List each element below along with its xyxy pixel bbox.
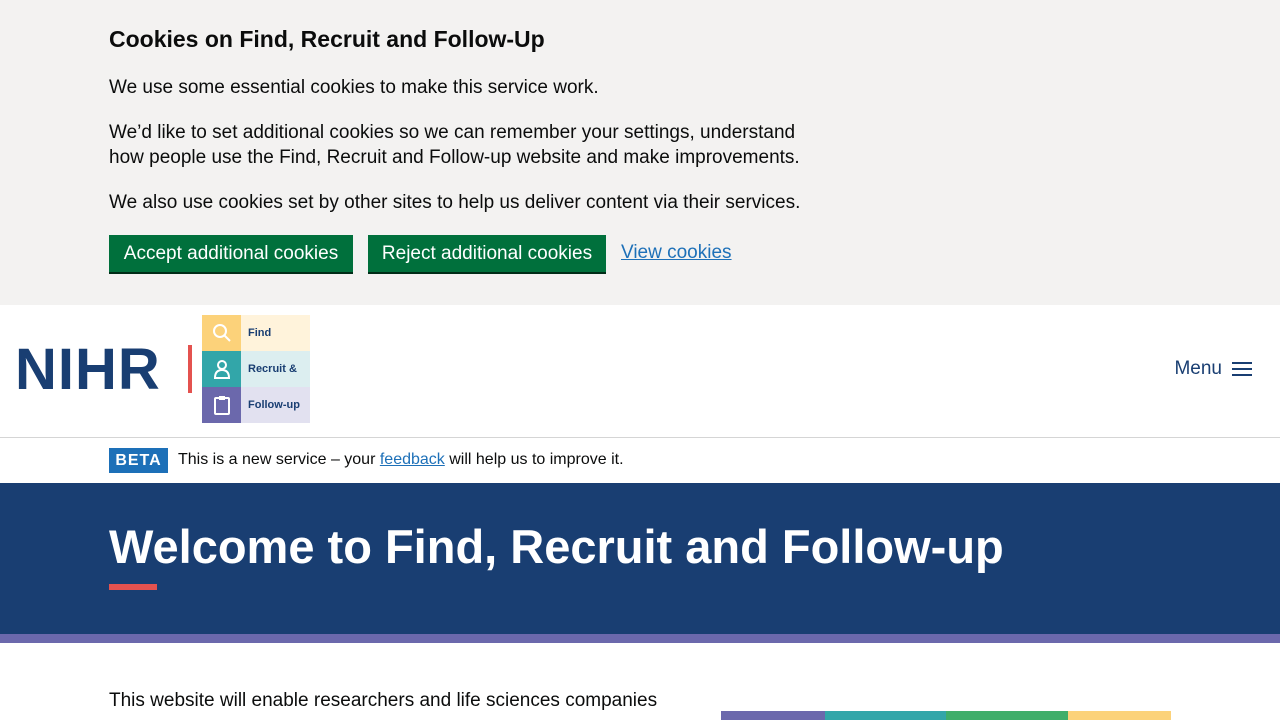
logo-tile-label: Find: [248, 327, 272, 339]
logo-tile-recruit: Recruit &: [202, 351, 310, 387]
beta-text: This is a new service – your feedback wi…: [178, 451, 624, 469]
logo-tile-follow-up: Follow-up: [202, 387, 310, 423]
logo-tile-label: Recruit &: [248, 363, 297, 375]
nihr-logo-text: NIHR: [15, 337, 161, 402]
illustration-segment: [946, 711, 1068, 720]
hero-banner: Welcome to Find, Recruit and Follow-up: [0, 483, 1280, 634]
nihr-frf-logo[interactable]: NIHR Find Recruit & Follow-up: [15, 315, 315, 423]
beta-text-after: will help us to improve it.: [444, 451, 624, 468]
cookie-paragraph-additional: We’d like to set additional cookies so w…: [109, 122, 800, 168]
frf-logo-tiles: Find Recruit & Follow-up: [202, 315, 310, 423]
menu-button[interactable]: Menu: [1174, 358, 1252, 380]
beta-tag: BETA: [109, 448, 168, 473]
view-cookies-link[interactable]: View cookies: [621, 242, 732, 264]
person-icon: [202, 351, 241, 387]
clipboard-icon: [202, 387, 241, 423]
title-accent-bar: [109, 584, 157, 590]
search-icon: [202, 315, 241, 351]
beta-text-before: This is a new service – your: [178, 451, 380, 468]
page-title: Welcome to Find, Recruit and Follow-up: [109, 520, 1004, 573]
reject-cookies-button[interactable]: Reject additional cookies: [368, 235, 606, 272]
logo-tile-find: Find: [202, 315, 310, 351]
illustration-segment: [721, 711, 825, 720]
accept-cookies-button[interactable]: Accept additional cookies: [109, 235, 353, 272]
hamburger-icon: [1232, 362, 1252, 376]
logo-tile-label: Follow-up: [248, 399, 300, 411]
intro-paragraph: This website will enable researchers and…: [109, 690, 658, 711]
cookie-paragraph-essential: We use some essential cookies to make th…: [109, 77, 599, 98]
menu-label: Menu: [1174, 358, 1222, 379]
illustration-segment: [825, 711, 946, 720]
phase-banner: BETA This is a new service – your feedba…: [0, 438, 1280, 483]
cookie-banner: Cookies on Find, Recruit and Follow-Up W…: [0, 0, 1280, 305]
cookie-paragraph-third-party: We also use cookies set by other sites t…: [109, 192, 801, 213]
site-header: NIHR Find Recruit & Follow-up Menu: [0, 305, 1280, 438]
logo-divider: [188, 345, 192, 393]
hero-stripe: [0, 634, 1280, 643]
illustration-segment: [1068, 711, 1171, 720]
hero-illustration: [721, 711, 1171, 720]
cookie-banner-title: Cookies on Find, Recruit and Follow-Up: [109, 26, 545, 52]
feedback-link[interactable]: feedback: [380, 451, 445, 468]
